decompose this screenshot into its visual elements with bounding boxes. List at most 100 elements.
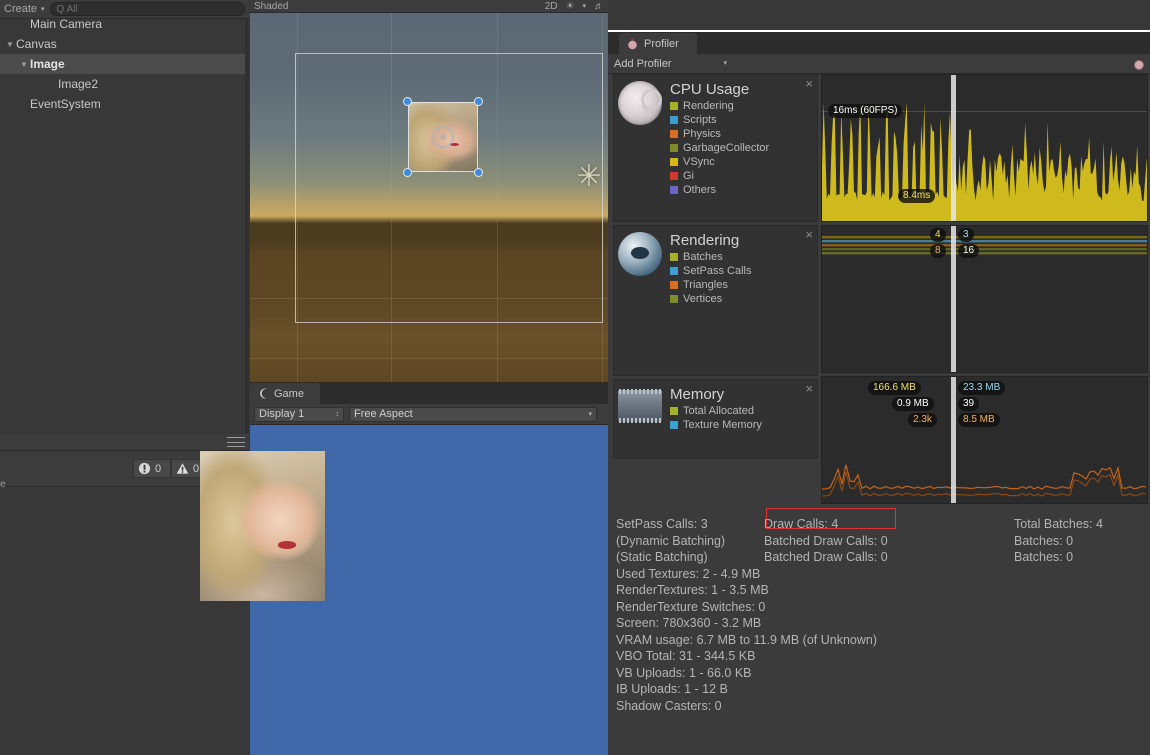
stats-cell: (Static Batching) bbox=[616, 550, 708, 564]
updown-icon: ↕ bbox=[335, 410, 340, 418]
memory-label-right-2: 8.5 MB bbox=[958, 413, 1000, 427]
game-image-sprite bbox=[200, 451, 325, 601]
legend-color-swatch bbox=[670, 295, 678, 303]
add-profiler-dropdown[interactable]: Add Profiler ▾ bbox=[614, 58, 727, 70]
hierarchy-search-placeholder: Q All bbox=[56, 3, 78, 15]
legend-item[interactable]: Scripts bbox=[670, 113, 769, 127]
stats-row: (Dynamic Batching) Batched Draw Calls: 0 B… bbox=[616, 533, 1142, 550]
resize-handle-bottom-right[interactable] bbox=[474, 168, 483, 177]
rendering-label-right-0: 3 bbox=[958, 228, 974, 242]
close-icon[interactable]: × bbox=[805, 228, 813, 241]
scene-audio-toggle[interactable]: ♬ bbox=[594, 1, 604, 12]
legend-item[interactable]: Physics bbox=[670, 127, 769, 141]
memory-icon bbox=[618, 389, 662, 423]
display-dropdown[interactable]: Display 1 ↕ bbox=[254, 406, 344, 422]
stats-line: VRAM usage: 6.7 MB to 11.9 MB (of Unknow… bbox=[616, 632, 877, 647]
hierarchy-item-label: Image2 bbox=[58, 77, 99, 91]
memory-graph-series bbox=[822, 464, 1147, 497]
tab-game[interactable]: Game bbox=[250, 383, 320, 404]
selected-image-object[interactable] bbox=[403, 97, 483, 177]
profiler-module-legend: Rendering Scripts Physics GarbageCollector V… bbox=[670, 99, 769, 197]
profiler-module-cpu-usage[interactable]: × CPU Usage Rendering Scripts Physics Garbage… bbox=[613, 74, 818, 222]
stats-cell: Batched Draw Calls: 0 bbox=[764, 533, 888, 548]
memory-graph[interactable]: 166.6 MB 0.9 MB 2.3k 23.3 MB 39 8.5 MB bbox=[821, 376, 1148, 504]
scene-viewport[interactable] bbox=[250, 13, 608, 382]
legend-item-label: Texture Memory bbox=[683, 419, 762, 431]
light-gizmo-icon[interactable]: ✳ bbox=[572, 160, 606, 194]
close-icon[interactable]: × bbox=[805, 77, 813, 90]
legend-item[interactable]: GarbageCollector bbox=[670, 141, 769, 155]
disclosure-triangle-icon[interactable]: ▼ bbox=[4, 40, 16, 49]
close-icon[interactable]: × bbox=[805, 382, 813, 395]
resize-handle-bottom-left[interactable] bbox=[403, 168, 412, 177]
rendering-graph-playhead[interactable] bbox=[951, 226, 956, 372]
legend-color-swatch bbox=[670, 130, 678, 138]
legend-item[interactable]: Total Allocated bbox=[670, 404, 762, 418]
hierarchy-item-main camera[interactable]: ▼Main Camera bbox=[0, 14, 248, 34]
hierarchy-item-image[interactable]: ▼ Image bbox=[0, 54, 248, 74]
scene-fx-dropdown[interactable]: ▾ bbox=[582, 3, 586, 10]
error-icon bbox=[138, 462, 151, 475]
aspect-dropdown-label: Free Aspect bbox=[354, 408, 413, 420]
console-error-count[interactable]: 0 bbox=[133, 459, 171, 478]
rendering-label-left-0: 4 bbox=[930, 228, 946, 242]
sprite-detail bbox=[277, 541, 297, 549]
memory-graph-playhead[interactable] bbox=[951, 377, 956, 503]
stats-line: VB Uploads: 1 - 66.0 KB bbox=[616, 665, 752, 680]
legend-item-label: Others bbox=[683, 184, 717, 196]
legend-item[interactable]: Vertices bbox=[670, 292, 751, 306]
hierarchy-scrollbar[interactable] bbox=[245, 19, 249, 434]
stats-line: RenderTextures: 1 - 3.5 MB bbox=[616, 583, 769, 597]
legend-color-swatch bbox=[670, 281, 678, 289]
legend-item[interactable]: Texture Memory bbox=[670, 418, 762, 432]
legend-item[interactable]: SetPass Calls bbox=[670, 264, 751, 278]
scene-lighting-toggle[interactable]: ☀ bbox=[566, 1, 575, 12]
aspect-dropdown[interactable]: Free Aspect ▾ bbox=[349, 406, 597, 422]
legend-item[interactable]: Batches bbox=[670, 250, 751, 264]
rendering-graph-series bbox=[822, 236, 1147, 255]
profiler-module-rendering[interactable]: × Rendering Batches SetPass Calls Triangles V… bbox=[613, 225, 818, 376]
hierarchy-tree: ▼Main Camera▼Canvas▼Image▼Image2▼EventSy… bbox=[0, 14, 248, 114]
memory-label-right-0: 23.3 MB bbox=[958, 381, 1006, 395]
disclosure-triangle-icon: ▼ bbox=[46, 80, 58, 89]
stats-cell: Batched Draw Calls: 0 bbox=[764, 550, 888, 564]
legend-color-swatch bbox=[670, 421, 678, 429]
legend-color-swatch bbox=[670, 144, 678, 152]
hierarchy-item-image2[interactable]: ▼Image2 bbox=[0, 74, 248, 94]
resize-handle-top-left[interactable] bbox=[403, 97, 412, 106]
legend-item[interactable]: Rendering bbox=[670, 99, 769, 113]
canvas-bounds-rect bbox=[295, 53, 603, 323]
pivot-handle-icon[interactable] bbox=[432, 126, 454, 148]
hierarchy-item-eventsystem[interactable]: ▼EventSystem bbox=[0, 94, 248, 114]
cpu-usage-graph[interactable]: 16ms (60FPS) 8.4ms bbox=[821, 74, 1148, 222]
legend-item[interactable]: Triangles bbox=[670, 278, 751, 292]
game-view-toolbar: Display 1 ↕ Free Aspect ▾ bbox=[250, 404, 608, 425]
profiler-stats-lines: Used Textures: 2 - 4.9 MB RenderTextures:… bbox=[616, 566, 1142, 715]
hierarchy-item-label: Main Camera bbox=[30, 17, 103, 31]
hierarchy-panel: Create ▾ Q All ▼Main Camera▼Canvas▼Image… bbox=[0, 0, 249, 434]
profiler-module-list: × CPU Usage Rendering Scripts Physics Garbage… bbox=[613, 74, 818, 504]
profiler-module-legend: Batches SetPass Calls Triangles Vertices bbox=[670, 250, 751, 306]
scene-2d-toggle[interactable]: 2D bbox=[545, 1, 558, 12]
legend-item[interactable]: Gi bbox=[670, 169, 769, 183]
legend-color-swatch bbox=[670, 407, 678, 415]
chevron-down-icon: ▾ bbox=[723, 60, 727, 67]
memory-label-left-1: 0.9 MB bbox=[892, 397, 934, 411]
hierarchy-item-label: Image bbox=[30, 57, 65, 71]
profiler-module-memory[interactable]: × Memory Total Allocated Texture Memory bbox=[613, 379, 818, 459]
record-icon[interactable] bbox=[1131, 57, 1146, 72]
stats-line: Shadow Casters: 0 bbox=[616, 698, 722, 713]
scene-shading-mode-dropdown[interactable]: Shaded bbox=[254, 1, 288, 12]
resize-handle-top-right[interactable] bbox=[474, 97, 483, 106]
legend-item-label: VSync bbox=[683, 156, 715, 168]
legend-item[interactable]: VSync bbox=[670, 155, 769, 169]
console-menu-icon[interactable] bbox=[227, 437, 245, 447]
hierarchy-item-canvas[interactable]: ▼ Canvas bbox=[0, 34, 248, 54]
memory-label-left-2: 2.3k bbox=[908, 413, 937, 427]
cpu-graph-playhead[interactable] bbox=[951, 75, 956, 221]
legend-item-label: Physics bbox=[683, 128, 721, 140]
rendering-graph[interactable]: 4 8 3 16 bbox=[821, 225, 1148, 373]
tab-profiler[interactable]: Profiler bbox=[619, 33, 697, 54]
disclosure-triangle-icon[interactable]: ▼ bbox=[18, 60, 30, 69]
legend-item[interactable]: Others bbox=[670, 183, 769, 197]
